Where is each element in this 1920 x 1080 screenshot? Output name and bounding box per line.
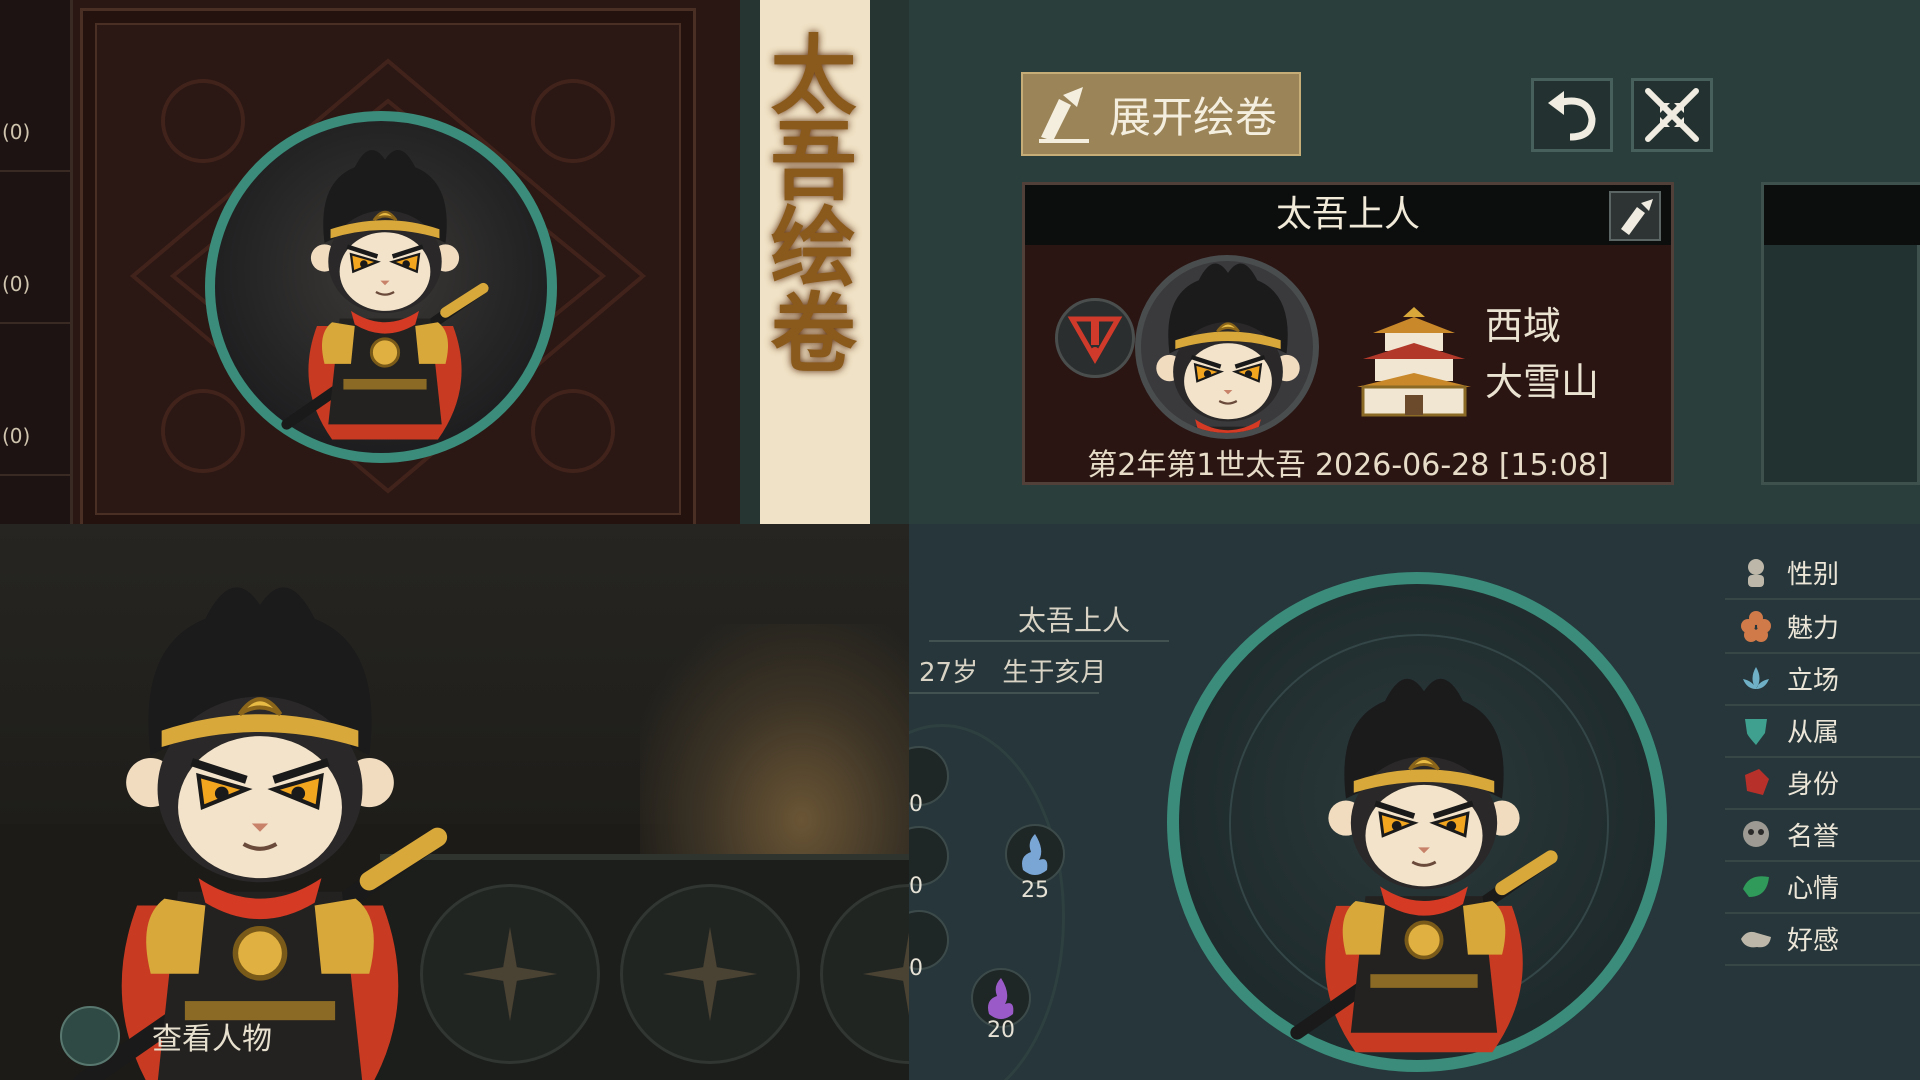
slot-count: (0)	[2, 272, 31, 296]
portrait-frame	[80, 8, 696, 524]
shield-icon	[1745, 719, 1767, 745]
slot-item[interactable]: (0)	[0, 324, 70, 476]
character-fullbody	[20, 564, 500, 1080]
stat-value: 25	[1021, 878, 1049, 903]
warning-icon	[1067, 316, 1123, 365]
undo-button[interactable]	[1531, 78, 1613, 152]
attr-label: 魅力	[1787, 613, 1840, 644]
book-icon	[60, 1006, 120, 1066]
region-label: 西域	[1485, 304, 1562, 348]
undo-icon	[1548, 91, 1596, 141]
divider	[909, 692, 1099, 694]
attr-gender[interactable]: 性别	[1725, 546, 1920, 600]
ice-flame-icon	[1022, 834, 1048, 875]
slot-count: (0)	[2, 120, 31, 144]
attr-stance[interactable]: 立场	[1725, 652, 1920, 706]
scroll-title-text: 太吾绘卷	[755, 30, 856, 374]
gender-icon	[1748, 559, 1764, 587]
age-birth: 27岁 生于亥月	[919, 652, 1106, 689]
view-character-label: 查看人物	[152, 1022, 272, 1057]
collapse-icon	[1645, 88, 1699, 142]
attr-label: 性别	[1787, 559, 1840, 590]
character-portrait	[235, 137, 535, 447]
slot-list: (0) (0) (0)	[0, 0, 73, 524]
edit-button[interactable]	[1609, 191, 1661, 241]
lotus-icon	[1743, 667, 1769, 689]
save-card[interactable]: 太吾上人 西域 大雪山 第2年第1世太吾 2026-06-28 [15:08]	[1022, 182, 1674, 485]
empty-slot-icon	[663, 927, 757, 1021]
attr-label: 从属	[1787, 717, 1840, 748]
place-label: 大雪山	[1485, 360, 1600, 404]
character-name: 太吾上人	[1275, 194, 1420, 235]
stat-value: 20	[987, 1018, 1015, 1043]
slot-item[interactable]: (0)	[0, 20, 70, 172]
attr-identity[interactable]: 身份	[1725, 756, 1920, 810]
collapse-button[interactable]	[1631, 78, 1713, 152]
attr-favor[interactable]: 好感	[1725, 912, 1920, 966]
save-card-next[interactable]	[1761, 182, 1920, 485]
stat-value: 20	[909, 956, 923, 981]
character-info-panel: 太吾上人 27岁 生于亥月 50 40 20 25 20 性别 魅力 立场	[909, 524, 1920, 1080]
birth-label: 生于亥月	[1002, 658, 1107, 688]
divider	[929, 640, 1169, 642]
character-avatar	[1135, 255, 1319, 439]
attr-label: 心情	[1787, 873, 1840, 904]
warning-badge[interactable]	[1055, 298, 1135, 378]
scroll-banner: 太吾绘卷	[740, 0, 909, 524]
view-character-button[interactable]: 查看人物	[60, 1004, 272, 1068]
character-name: 太吾上人	[1017, 604, 1130, 637]
brush-icon	[1039, 87, 1089, 143]
album-panel: (0) (0) (0) 太吾绘卷	[0, 0, 909, 524]
expand-scroll-button[interactable]: 展开绘卷	[1021, 72, 1301, 156]
attr-mood[interactable]: 心情	[1725, 860, 1920, 914]
attr-reputation[interactable]: 名誉	[1725, 808, 1920, 862]
portrait-ring[interactable]	[1167, 572, 1667, 1072]
skill-slot[interactable]	[620, 884, 800, 1064]
save-info: 第2年第1世太吾 2026-06-28 [15:08]	[1087, 448, 1609, 483]
seal-icon	[1745, 769, 1769, 795]
character-portrait	[1259, 662, 1589, 1062]
scroll-title: 太吾绘卷	[740, 30, 870, 374]
save-card-panel: 展开绘卷 太吾上人 西域 大雪山 第2年第1世太吾 2026-06-28 [15…	[909, 0, 1920, 524]
palace-icon	[1357, 307, 1471, 417]
slot-item[interactable]: (0)	[0, 172, 70, 324]
slot-count: (0)	[2, 424, 31, 448]
stat-value: 50	[909, 792, 923, 817]
stat-value: 40	[909, 874, 923, 899]
mask-icon	[1743, 821, 1769, 847]
age-label: 27岁	[919, 658, 979, 688]
stat-icon[interactable]	[1005, 824, 1065, 884]
portrait-ring[interactable]	[205, 111, 557, 463]
attr-label: 好感	[1787, 925, 1840, 956]
expand-scroll-label: 展开绘卷	[1109, 92, 1278, 142]
brush-edit-icon	[1621, 199, 1653, 235]
attr-affiliation[interactable]: 从属	[1725, 704, 1920, 758]
save-card-next-header	[1764, 185, 1920, 245]
leaf-icon	[1743, 876, 1769, 897]
attr-label: 立场	[1787, 665, 1840, 696]
handshake-icon	[1741, 931, 1771, 948]
flower-icon	[1741, 611, 1771, 642]
empty-slot-icon	[863, 932, 909, 1016]
attr-charm[interactable]: 魅力	[1725, 600, 1920, 654]
attr-label: 身份	[1787, 769, 1840, 800]
attr-label: 名誉	[1787, 821, 1840, 852]
scene-panel: 查看人物	[0, 524, 909, 1080]
character-portrait	[1135, 255, 1319, 439]
skill-slot[interactable]	[820, 884, 909, 1064]
